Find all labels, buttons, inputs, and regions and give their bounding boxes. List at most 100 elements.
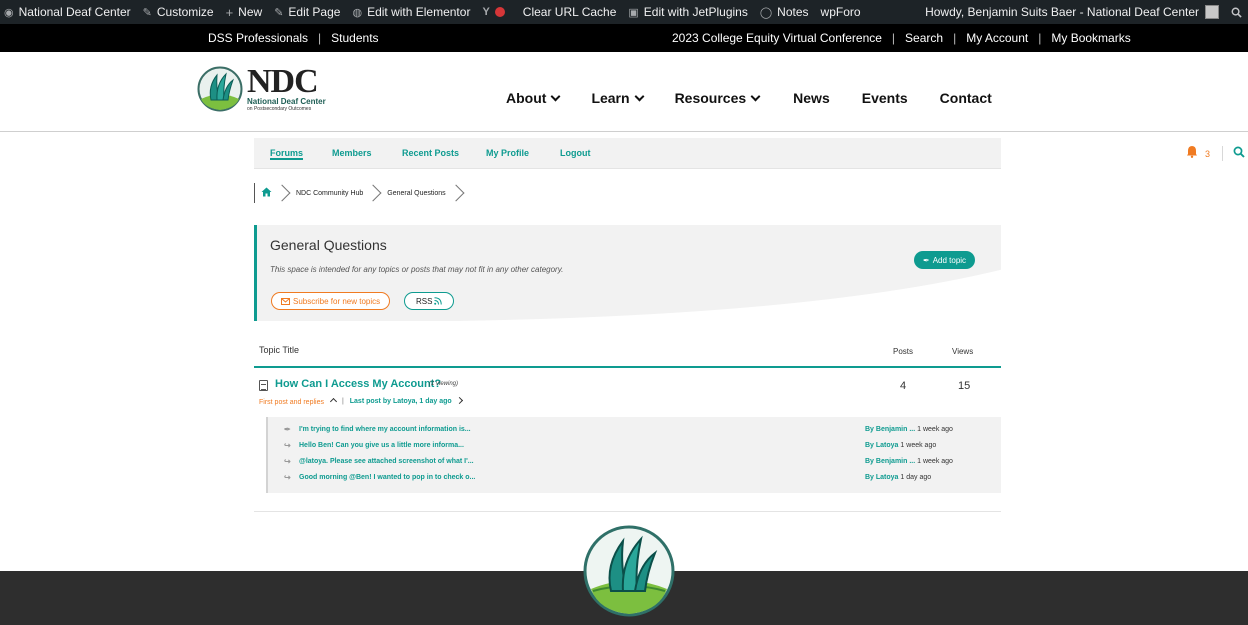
link-dss-professionals[interactable]: DSS Professionals <box>208 31 308 45</box>
breadcrumb-general-questions[interactable]: General Questions <box>387 190 445 197</box>
brush-icon: ✎ <box>142 6 152 19</box>
forum-description: This space is intended for any topics or… <box>270 265 564 274</box>
bell-icon[interactable] <box>1186 145 1198 161</box>
chevron-right-icon <box>455 396 463 405</box>
reply-author[interactable]: By Benjamin ... <box>865 426 915 433</box>
link-my-account[interactable]: My Account <box>966 31 1028 45</box>
reply-author[interactable]: By Benjamin ... <box>865 458 915 465</box>
divider: | <box>318 31 322 45</box>
comment-icon: ◯ <box>759 6 773 19</box>
divider: | <box>341 398 344 405</box>
reply-author[interactable]: By Latoya <box>865 442 898 449</box>
link-search[interactable]: Search <box>905 31 943 45</box>
ndc-leaf-logo-icon <box>583 525 675 617</box>
seo-status-dot-icon <box>494 7 505 17</box>
logo-wordmark: NDC <box>247 62 319 100</box>
first-post-toggle[interactable]: First post and replies <box>259 397 337 406</box>
forum-search-icon[interactable] <box>1233 146 1245 160</box>
nav-resources[interactable]: Resources <box>674 90 761 106</box>
last-post-link[interactable]: Last post by Latoya, 1 day ago <box>350 396 463 405</box>
notification-count: 3 <box>1205 149 1211 159</box>
nav-contact[interactable]: Contact <box>940 90 992 106</box>
forum-menu-forums[interactable]: Forums <box>270 148 304 160</box>
topic-posts-count: 4 <box>900 380 907 392</box>
reply-meta: By Latoya 1 day ago <box>865 474 931 481</box>
nav-resources-label: Resources <box>674 90 747 106</box>
admin-notes-label: Notes <box>777 5 809 19</box>
admin-account[interactable]: Howdy, Benjamin Suits Baer - National De… <box>919 0 1225 24</box>
forum-menu-recent-posts[interactable]: Recent Posts <box>402 148 459 158</box>
list-item[interactable]: ↪ Hello Ben! Can you give us a little mo… <box>284 441 464 450</box>
jet-icon: ▣ <box>628 6 639 19</box>
admin-jetplugins[interactable]: ▣ Edit with JetPlugins <box>622 0 753 24</box>
elementor-icon: ◍ <box>352 6 363 19</box>
admin-customize[interactable]: ✎ Customize <box>137 0 220 24</box>
reply-time: 1 day ago <box>900 474 932 481</box>
list-item[interactable]: ✒ I'm trying to find where my account in… <box>284 425 471 434</box>
dashboard-icon: ◉ <box>4 6 14 19</box>
feather-icon: ✒ <box>923 255 930 265</box>
breadcrumb-community-hub[interactable]: NDC Community Hub <box>296 190 363 197</box>
main-navigation: About Learn Resources News Events Contac… <box>506 90 992 106</box>
topic-views-count: 15 <box>958 380 971 392</box>
chevron-down-icon <box>634 91 645 101</box>
reply-arrow-icon: ↪ <box>284 441 291 450</box>
search-icon <box>1233 146 1245 158</box>
list-item[interactable]: ↪ Good morning @Ben! I wanted to pop in … <box>284 473 475 482</box>
link-conference[interactable]: 2023 College Equity Virtual Conference <box>672 31 882 45</box>
rss-icon <box>434 297 443 305</box>
column-views: Views <box>952 347 974 356</box>
link-students[interactable]: Students <box>331 31 378 45</box>
divider: | <box>1038 31 1042 45</box>
admin-jetplugins-label: Edit with JetPlugins <box>643 5 748 19</box>
header-divider <box>254 366 1001 368</box>
admin-edit-elementor[interactable]: ◍ Edit with Elementor <box>346 0 476 24</box>
nav-news[interactable]: News <box>793 90 830 106</box>
reply-meta: By Latoya 1 week ago <box>865 442 936 449</box>
chevron-down-icon <box>750 91 761 101</box>
admin-new[interactable]: + New <box>220 0 269 24</box>
topic-replies: ✒ I'm trying to find where my account in… <box>266 417 1001 493</box>
forum-menu-my-profile[interactable]: My Profile <box>486 148 529 158</box>
rss-button[interactable]: RSS <box>404 292 455 310</box>
reply-text: Hello Ben! Can you give us a little more… <box>299 442 464 449</box>
admin-wpforo[interactable]: wpForo <box>815 0 867 24</box>
forum-menu-logout[interactable]: Logout <box>560 148 591 158</box>
breadcrumb-bar <box>254 183 255 203</box>
admin-notes[interactable]: ◯ Notes <box>754 0 815 24</box>
logo-subtitle: National Deaf Center <box>247 96 326 106</box>
forum-menu-members[interactable]: Members <box>332 148 372 158</box>
nav-about[interactable]: About <box>506 90 561 106</box>
logo-tagline: on Postsecondary Outcomes <box>247 105 312 112</box>
admin-howdy: Howdy, Benjamin Suits Baer - National De… <box>925 5 1199 19</box>
reply-author[interactable]: By Latoya <box>865 474 898 481</box>
nav-learn[interactable]: Learn <box>591 90 645 106</box>
reply-text: Good morning @Ben! I wanted to pop in to… <box>299 474 476 481</box>
nav-events[interactable]: Events <box>862 90 908 106</box>
admin-edit-page[interactable]: ✎ Edit Page <box>268 0 346 24</box>
list-item[interactable]: ↪ @latoya. Please see attached screensho… <box>284 457 474 466</box>
topic-title-link[interactable]: How Can I Access My Account? <box>275 378 441 390</box>
site-logo[interactable]: NDC National Deaf Center on Postsecondar… <box>197 62 326 112</box>
link-my-bookmarks[interactable]: My Bookmarks <box>1051 31 1130 45</box>
rss-label: RSS <box>416 296 433 306</box>
admin-search[interactable] <box>1225 0 1248 24</box>
nav-learn-label: Learn <box>591 90 630 106</box>
admin-clear-cache[interactable]: Clear URL Cache <box>517 0 623 24</box>
admin-wpforo-label: wpForo <box>820 5 861 19</box>
reply-arrow-icon: ↪ <box>284 473 291 482</box>
add-topic-button[interactable]: ✒ Add topic <box>914 251 976 269</box>
column-posts: Posts <box>893 347 914 356</box>
breadcrumb-arrow-icon <box>364 184 382 202</box>
home-icon[interactable] <box>261 187 272 199</box>
subscribe-button[interactable]: Subscribe for new topics <box>271 292 391 310</box>
admin-site-link[interactable]: ◉ National Deaf Center <box>0 0 137 24</box>
admin-yoast[interactable]: Y <box>476 0 516 24</box>
chevron-up-icon <box>329 397 337 406</box>
breadcrumb-arrow-icon <box>273 184 291 202</box>
envelope-icon <box>281 297 290 305</box>
admin-customize-label: Customize <box>156 5 214 19</box>
reply-time: 1 week ago <box>900 442 937 449</box>
first-post-label: First post and replies <box>259 399 324 406</box>
section-divider <box>254 511 1001 512</box>
